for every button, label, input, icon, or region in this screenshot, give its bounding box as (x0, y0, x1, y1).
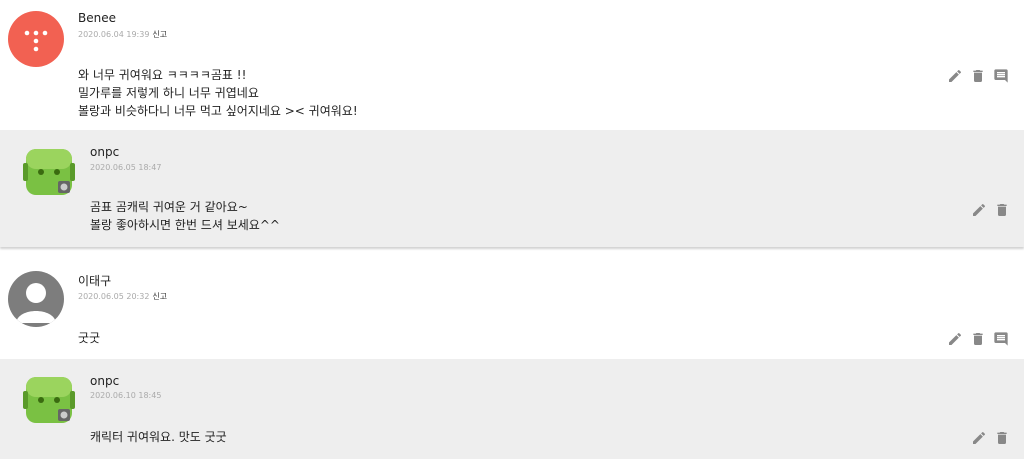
comment-line: 밀가루를 저렇게 하니 너무 귀엽네요 (78, 86, 259, 100)
comment-author[interactable]: Benee (78, 11, 116, 25)
comment-line: 캐릭터 귀여워요. 맛도 굿굿 (90, 430, 227, 444)
comment-date: 2020.06.04 19:39 (78, 30, 150, 39)
comment-actions (971, 202, 1010, 218)
pencil-icon[interactable] (947, 68, 963, 84)
avatar[interactable] (22, 373, 76, 427)
comment-meta: 2020.06.04 19:39 신고 (78, 29, 167, 40)
comment-author[interactable]: 이태구 (78, 272, 111, 289)
avatar[interactable] (22, 145, 76, 199)
trash-icon[interactable] (994, 202, 1010, 218)
trash-icon[interactable] (994, 430, 1010, 446)
pencil-icon[interactable] (947, 331, 963, 347)
comment-author[interactable]: onpc (90, 145, 119, 159)
comment-line: 곰표 곰캐릭 귀여운 거 같아요~ (90, 200, 248, 214)
comment-date: 2020.06.10 18:45 (90, 391, 162, 400)
report-link[interactable]: 신고 (152, 292, 167, 301)
reply-comment: onpc 2020.06.05 18:47 곰표 곰캐릭 귀여운 거 같아요~ … (0, 130, 1024, 247)
android-robot-icon (23, 149, 75, 195)
reply-comment: onpc 2020.06.10 18:45 캐릭터 귀여워요. 맛도 굿굿 (0, 359, 1024, 459)
brand-logo-icon (24, 30, 48, 52)
comment-body: 굿굿 (78, 329, 100, 347)
comment-body: 캐릭터 귀여워요. 맛도 굿굿 (90, 428, 227, 446)
comment-icon[interactable] (993, 331, 1009, 347)
user-silhouette-icon (16, 283, 56, 323)
comment-actions (947, 331, 1009, 347)
comment: 이태구 2020.06.05 20:32 신고 굿굿 (0, 258, 1024, 358)
comment-actions (947, 68, 1009, 84)
comment-date: 2020.06.05 20:32 (78, 292, 150, 301)
avatar[interactable] (8, 11, 64, 67)
comment-icon[interactable] (993, 68, 1009, 84)
report-link[interactable]: 신고 (152, 30, 167, 39)
android-robot-icon (23, 377, 75, 423)
trash-icon[interactable] (970, 331, 986, 347)
comment-author[interactable]: onpc (90, 374, 119, 388)
trash-icon[interactable] (970, 68, 986, 84)
comment-line: 볼랑과 비슷하다니 너무 먹고 싶어지네요 >< 귀여워요! (78, 104, 358, 118)
comment-line: 볼랑 좋아하시면 한번 드셔 보세요^^ (90, 218, 280, 232)
comment-date: 2020.06.05 18:47 (90, 163, 162, 172)
comment-body: 곰표 곰캐릭 귀여운 거 같아요~ 볼랑 좋아하시면 한번 드셔 보세요^^ (90, 198, 280, 234)
comment-meta: 2020.06.05 20:32 신고 (78, 291, 167, 302)
comment-line: 굿굿 (78, 331, 101, 345)
pencil-icon[interactable] (971, 430, 987, 446)
avatar[interactable] (8, 271, 64, 327)
pencil-icon[interactable] (971, 202, 987, 218)
comment: Benee 2020.06.04 19:39 신고 와 너무 귀여워요 ㅋㅋㅋㅋ곰… (0, 0, 1024, 130)
comment-body: 와 너무 귀여워요 ㅋㅋㅋㅋ곰표 !! 밀가루를 저렇게 하니 너무 귀엽네요 … (78, 66, 358, 120)
comment-actions (971, 430, 1010, 446)
comment-line: 와 너무 귀여워요 ㅋㅋㅋㅋ곰표 !! (78, 68, 247, 82)
